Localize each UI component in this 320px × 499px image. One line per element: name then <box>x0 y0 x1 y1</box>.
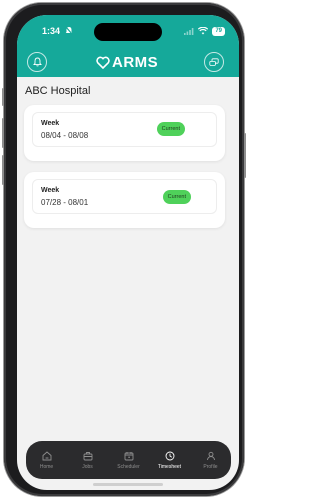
tab-label: Timesheet <box>157 463 182 470</box>
tab-profile[interactable]: Profile <box>193 451 229 470</box>
timesheet-card-body: Week 07/28 - 08/01 Current <box>32 179 217 214</box>
tab-label: Scheduler <box>117 463 140 470</box>
page-title: ABC Hospital <box>25 85 91 97</box>
chat-icon <box>209 57 219 66</box>
tab-label: Home <box>39 463 54 470</box>
timesheet-card[interactable]: Week 08/04 - 08/08 Current <box>24 105 225 161</box>
tab-home[interactable]: Home <box>29 450 65 470</box>
battery-indicator: 79 <box>212 26 225 36</box>
brand-logo: ARMS <box>96 52 158 72</box>
heart-icon <box>96 56 110 69</box>
user-icon <box>206 451 215 460</box>
mute-switch <box>2 88 4 106</box>
status-badge: Current <box>162 190 191 204</box>
app-screen: 1:34 79 ARMS ABC Hospital Week 08/04 - 0… <box>17 15 239 490</box>
volume-up-button <box>2 118 4 148</box>
status-time: 1:34 <box>42 26 61 36</box>
clock-icon <box>165 451 174 460</box>
week-range: 07/28 - 08/01 <box>41 198 89 207</box>
week-label: Week <box>41 187 60 194</box>
volume-down-button <box>2 155 4 185</box>
timesheet-card[interactable]: Week 07/28 - 08/01 Current <box>24 172 225 228</box>
app-header: 1:34 79 ARMS <box>17 15 239 77</box>
phone-frame: 1:34 79 ARMS ABC Hospital Week 08/04 - 0… <box>2 3 246 496</box>
messages-button[interactable] <box>204 52 224 72</box>
tab-scheduler[interactable]: Scheduler <box>111 451 147 470</box>
silent-bell-icon <box>65 26 73 35</box>
power-button <box>244 133 246 178</box>
dynamic-island <box>94 23 162 41</box>
status-badge: Current <box>156 122 185 136</box>
tab-label: Jobs <box>82 463 93 470</box>
signal-icon <box>184 28 194 35</box>
home-icon <box>42 450 51 460</box>
notifications-button[interactable] <box>27 52 47 72</box>
tab-timesheet[interactable]: Timesheet <box>152 451 188 470</box>
bell-icon <box>32 57 42 67</box>
home-indicator <box>93 483 163 486</box>
week-label: Week <box>41 120 60 127</box>
brand-name: ARMS <box>112 53 159 71</box>
wifi-icon <box>198 27 209 35</box>
week-range: 08/04 - 08/08 <box>41 131 89 140</box>
tab-label: Profile <box>203 463 218 470</box>
calendar-icon <box>124 451 133 460</box>
tab-jobs[interactable]: Jobs <box>70 451 106 470</box>
bottom-tab-bar: Home Jobs Scheduler Timesheet Profile <box>26 441 231 479</box>
briefcase-icon <box>83 451 92 460</box>
timesheet-card-body: Week 08/04 - 08/08 Current <box>32 112 217 147</box>
status-icons: 79 <box>184 26 225 36</box>
